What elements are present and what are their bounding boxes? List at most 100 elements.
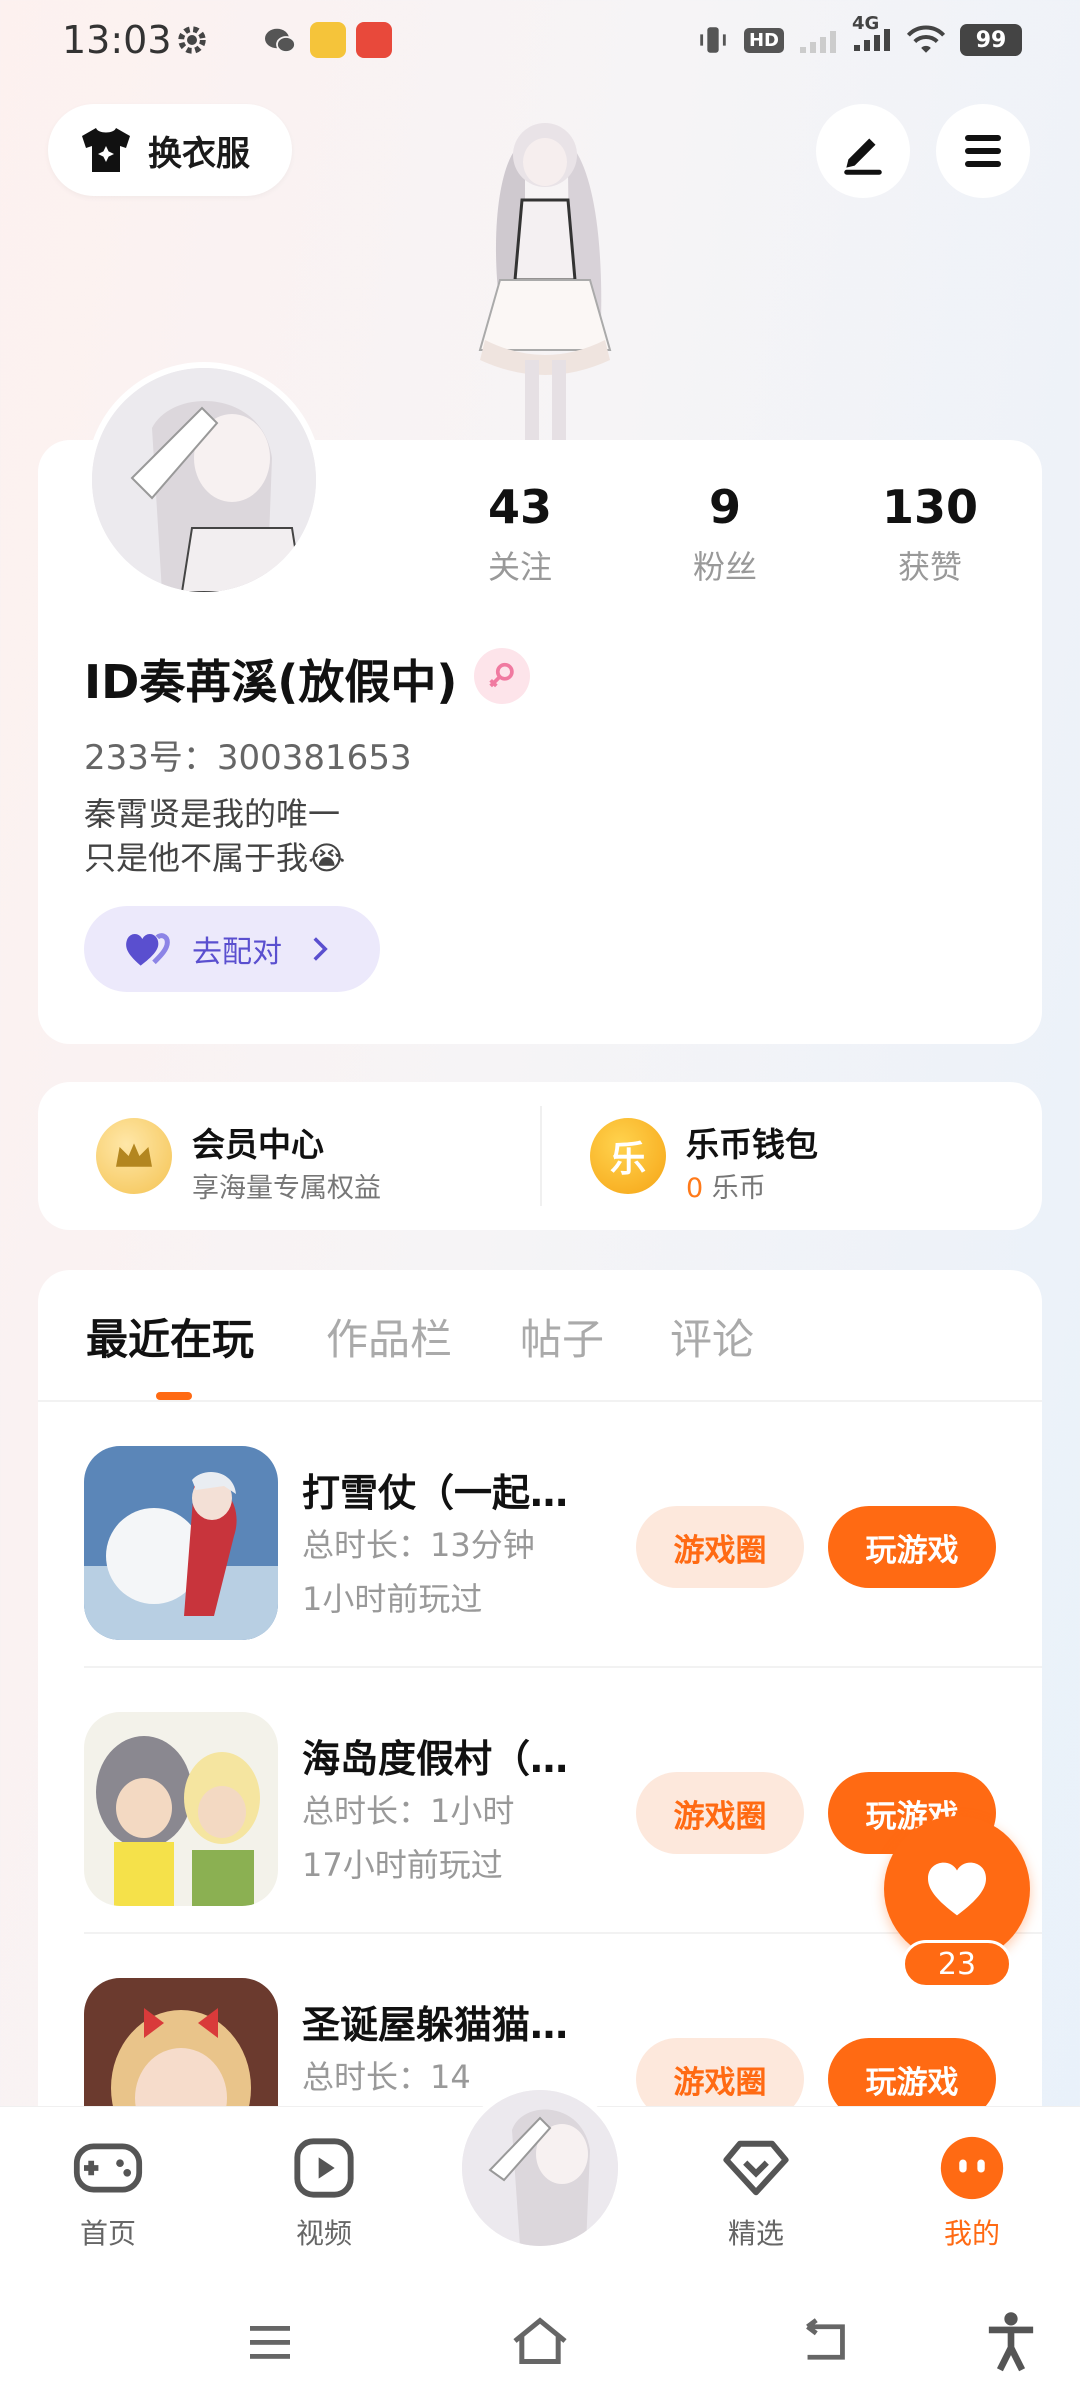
nav-featured-label: 精选 [727, 2217, 784, 2250]
recent-apps-icon[interactable] [246, 2320, 294, 2364]
tab-recent-play[interactable]: 最近在玩 [86, 1306, 254, 1367]
nav-featured[interactable]: 精选 [686, 2130, 826, 2252]
stat-likes-label: 获赞 [897, 548, 962, 586]
crown-icon [96, 1118, 172, 1194]
network-type-label: 4G [852, 13, 880, 34]
edit-icon [844, 138, 882, 175]
member-divider [540, 1106, 542, 1206]
avatar-figure-image [478, 123, 612, 440]
coin-amount: 0 [686, 1173, 704, 1204]
system-nav-bar [0, 2286, 1080, 2408]
nav-home[interactable]: 首页 [38, 2130, 178, 2252]
app-notification-icon [310, 22, 346, 58]
settings-gear-icon [178, 26, 206, 54]
game-duration: 总时长：1小时 [302, 1792, 515, 1830]
coin-wallet-balance: 0 乐币 [686, 1166, 766, 1205]
chevron-right-icon [313, 937, 328, 961]
stat-following[interactable]: 43 关注 [440, 480, 600, 588]
dress-up-label: 换衣服 [148, 133, 250, 174]
signal-weak-icon [800, 31, 836, 53]
bio-line-2: 只是他不属于我😭 [84, 839, 346, 877]
game-thumbnail [84, 1712, 278, 1906]
game-icon-island [84, 1712, 278, 1906]
hd-badge: HD [743, 27, 784, 53]
user-name: ID奏苒溪(放假中) [84, 655, 458, 709]
status-time: 13:03 [62, 18, 172, 62]
heart-diamond-icon [718, 2130, 794, 2206]
floating-like-count: 23 [902, 1940, 1012, 1988]
stat-following-value: 43 [487, 480, 552, 534]
crown-shape [116, 1143, 152, 1167]
menu-icon [965, 135, 1001, 167]
game-title: 圣诞屋躲猫猫… [302, 2003, 569, 2047]
avatar-image [92, 368, 316, 592]
menu-button[interactable] [936, 104, 1030, 198]
shirt-icon [82, 128, 130, 172]
match-button[interactable]: 去配对 [84, 906, 380, 992]
nav-center-avatar[interactable] [456, 2084, 624, 2252]
game-circle-button[interactable]: 游戏圈 [636, 1772, 804, 1854]
tab-works[interactable]: 作品栏 [326, 1306, 452, 1367]
stat-followers[interactable]: 9 粉丝 [645, 480, 805, 588]
heart-icon [928, 1862, 986, 1916]
game-circle-button[interactable]: 游戏圈 [636, 1506, 804, 1588]
wechat-icon [262, 22, 298, 58]
coin-wallet-title[interactable]: 乐币钱包 [686, 1118, 818, 1166]
member-center-title[interactable]: 会员中心 [192, 1118, 324, 1166]
center-avatar-image [462, 2090, 618, 2246]
profile-face-shape [940, 2136, 1004, 2200]
profile-face-icon [934, 2130, 1010, 2206]
stat-likes[interactable]: 130 获赞 [850, 480, 1010, 588]
game-thumbnail [84, 1446, 278, 1640]
nav-mine-label: 我的 [943, 2217, 1000, 2250]
nav-home-label: 首页 [79, 2217, 136, 2250]
video-shape [294, 2138, 354, 2198]
game-last-played: 17小时前玩过 [302, 1846, 503, 1884]
nav-mine[interactable]: 我的 [902, 2130, 1042, 2252]
weibo-icon [356, 22, 392, 58]
game-duration: 总时长：13分钟 [302, 1526, 535, 1564]
tab-posts[interactable]: 帖子 [520, 1306, 604, 1367]
vibrate-icon [700, 27, 726, 53]
status-right-icons: HD 4G 99 [696, 13, 1022, 58]
user-bio: 秦霄贤是我的唯一 只是他不属于我😭 [84, 792, 345, 880]
member-center-subtitle: 享海量专属权益 [192, 1173, 381, 1204]
game-duration: 总时长：14 [302, 2058, 471, 2096]
female-symbol [489, 662, 514, 688]
back-icon[interactable] [798, 2318, 852, 2366]
game-title: 打雪仗（一起… [302, 1471, 569, 1515]
match-label: 去配对 [192, 935, 282, 970]
stat-following-label: 关注 [487, 548, 552, 586]
nav-video[interactable]: 视频 [254, 2130, 394, 2252]
accessibility-icon[interactable] [984, 2310, 1038, 2372]
avatar[interactable] [86, 362, 322, 598]
tab-comments[interactable]: 评论 [670, 1306, 754, 1367]
battery-icon: 99 [960, 24, 1022, 56]
stat-likes-value: 130 [881, 480, 979, 534]
wifi-icon [906, 25, 946, 53]
coin-icon: 乐 [590, 1118, 666, 1194]
twin-heart-icon [126, 933, 170, 966]
video-icon [286, 2130, 362, 2206]
heart-diamond-shape [723, 2140, 789, 2196]
tab-active-indicator [156, 1392, 192, 1400]
coin-unit: 乐币 [711, 1173, 766, 1204]
user-id: 233号：300381653 [84, 738, 412, 778]
dress-up-button[interactable]: 换衣服 [48, 104, 292, 196]
home-icon[interactable] [510, 2316, 570, 2366]
signal-4g: 4G [852, 13, 892, 57]
gamepad-shape [73, 2143, 143, 2193]
stat-followers-value: 9 [708, 480, 741, 534]
bio-line-1: 秦霄贤是我的唯一 [84, 795, 341, 833]
play-game-button[interactable]: 玩游戏 [828, 1506, 996, 1588]
game-icon-snowball [84, 1446, 278, 1640]
game-title: 海岛度假村（… [302, 1737, 569, 1781]
female-icon [474, 648, 530, 704]
gamepad-icon [70, 2130, 146, 2206]
edit-button[interactable] [816, 104, 910, 198]
status-bar: 13:03 HD 4G 99 [0, 0, 1080, 84]
nav-video-label: 视频 [295, 2217, 352, 2250]
stat-followers-label: 粉丝 [692, 548, 757, 586]
list-item[interactable]: 打雪仗（一起… 总时长：13分钟 1小时前玩过 游戏圈 玩游戏 [38, 1402, 1042, 1668]
game-last-played: 1小时前玩过 [302, 1580, 483, 1618]
